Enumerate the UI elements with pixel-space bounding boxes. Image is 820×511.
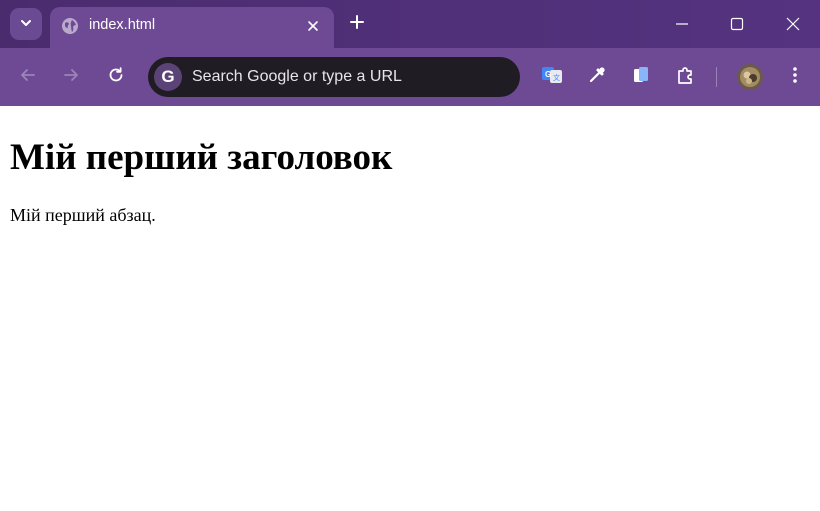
page-viewport: Мій перший заголовок Мій перший абзац. <box>0 106 820 511</box>
tab-close-button[interactable] <box>302 15 324 37</box>
address-input[interactable] <box>192 65 502 89</box>
translate-icon: G 文 <box>541 65 563 89</box>
arrow-right-icon <box>62 66 80 88</box>
tab-strip: index.html <box>0 0 820 48</box>
minimize-icon <box>675 16 689 35</box>
copy-extension-button[interactable] <box>625 61 657 93</box>
tab-title: index.html <box>89 17 156 33</box>
puzzle-icon <box>675 65 695 89</box>
reload-icon <box>107 66 125 88</box>
maximize-icon <box>730 16 744 35</box>
omnibox[interactable]: G <box>148 57 520 97</box>
tab-index-html[interactable]: index.html <box>50 7 334 48</box>
avatar[interactable] <box>737 64 763 90</box>
svg-text:G: G <box>545 70 551 79</box>
minimize-button[interactable] <box>667 10 697 40</box>
globe-icon <box>61 17 79 35</box>
new-tab-button[interactable] <box>344 11 370 37</box>
menu-button[interactable] <box>782 62 808 92</box>
back-button[interactable] <box>13 62 43 92</box>
chevron-down-icon <box>19 15 33 34</box>
tab-search-button[interactable] <box>10 8 42 40</box>
forward-button[interactable] <box>56 62 86 92</box>
arrow-left-icon <box>19 66 37 88</box>
plus-icon <box>349 14 365 34</box>
maximize-button[interactable] <box>722 10 752 40</box>
browser-window: index.html G Search Google or type a URL… <box>0 0 820 511</box>
page-paragraph: Мій перший абзац. <box>10 205 156 225</box>
extensions-button[interactable] <box>669 61 701 93</box>
svg-text:文: 文 <box>553 73 560 82</box>
kebab-menu-icon <box>792 66 798 88</box>
translate-button[interactable]: G 文 <box>536 61 568 93</box>
window-close-button[interactable] <box>778 10 808 40</box>
close-icon <box>307 17 319 36</box>
eyedropper-icon <box>587 65 607 89</box>
toolbar-divider <box>716 67 717 87</box>
copy-icon <box>632 65 650 89</box>
reload-button[interactable] <box>101 62 131 92</box>
page-heading: Мій перший заголовок <box>10 137 393 178</box>
toolbar: G G 文 <box>0 48 820 106</box>
eyedropper-button[interactable] <box>581 61 613 93</box>
google-icon: G <box>154 63 182 91</box>
close-icon <box>786 16 800 35</box>
